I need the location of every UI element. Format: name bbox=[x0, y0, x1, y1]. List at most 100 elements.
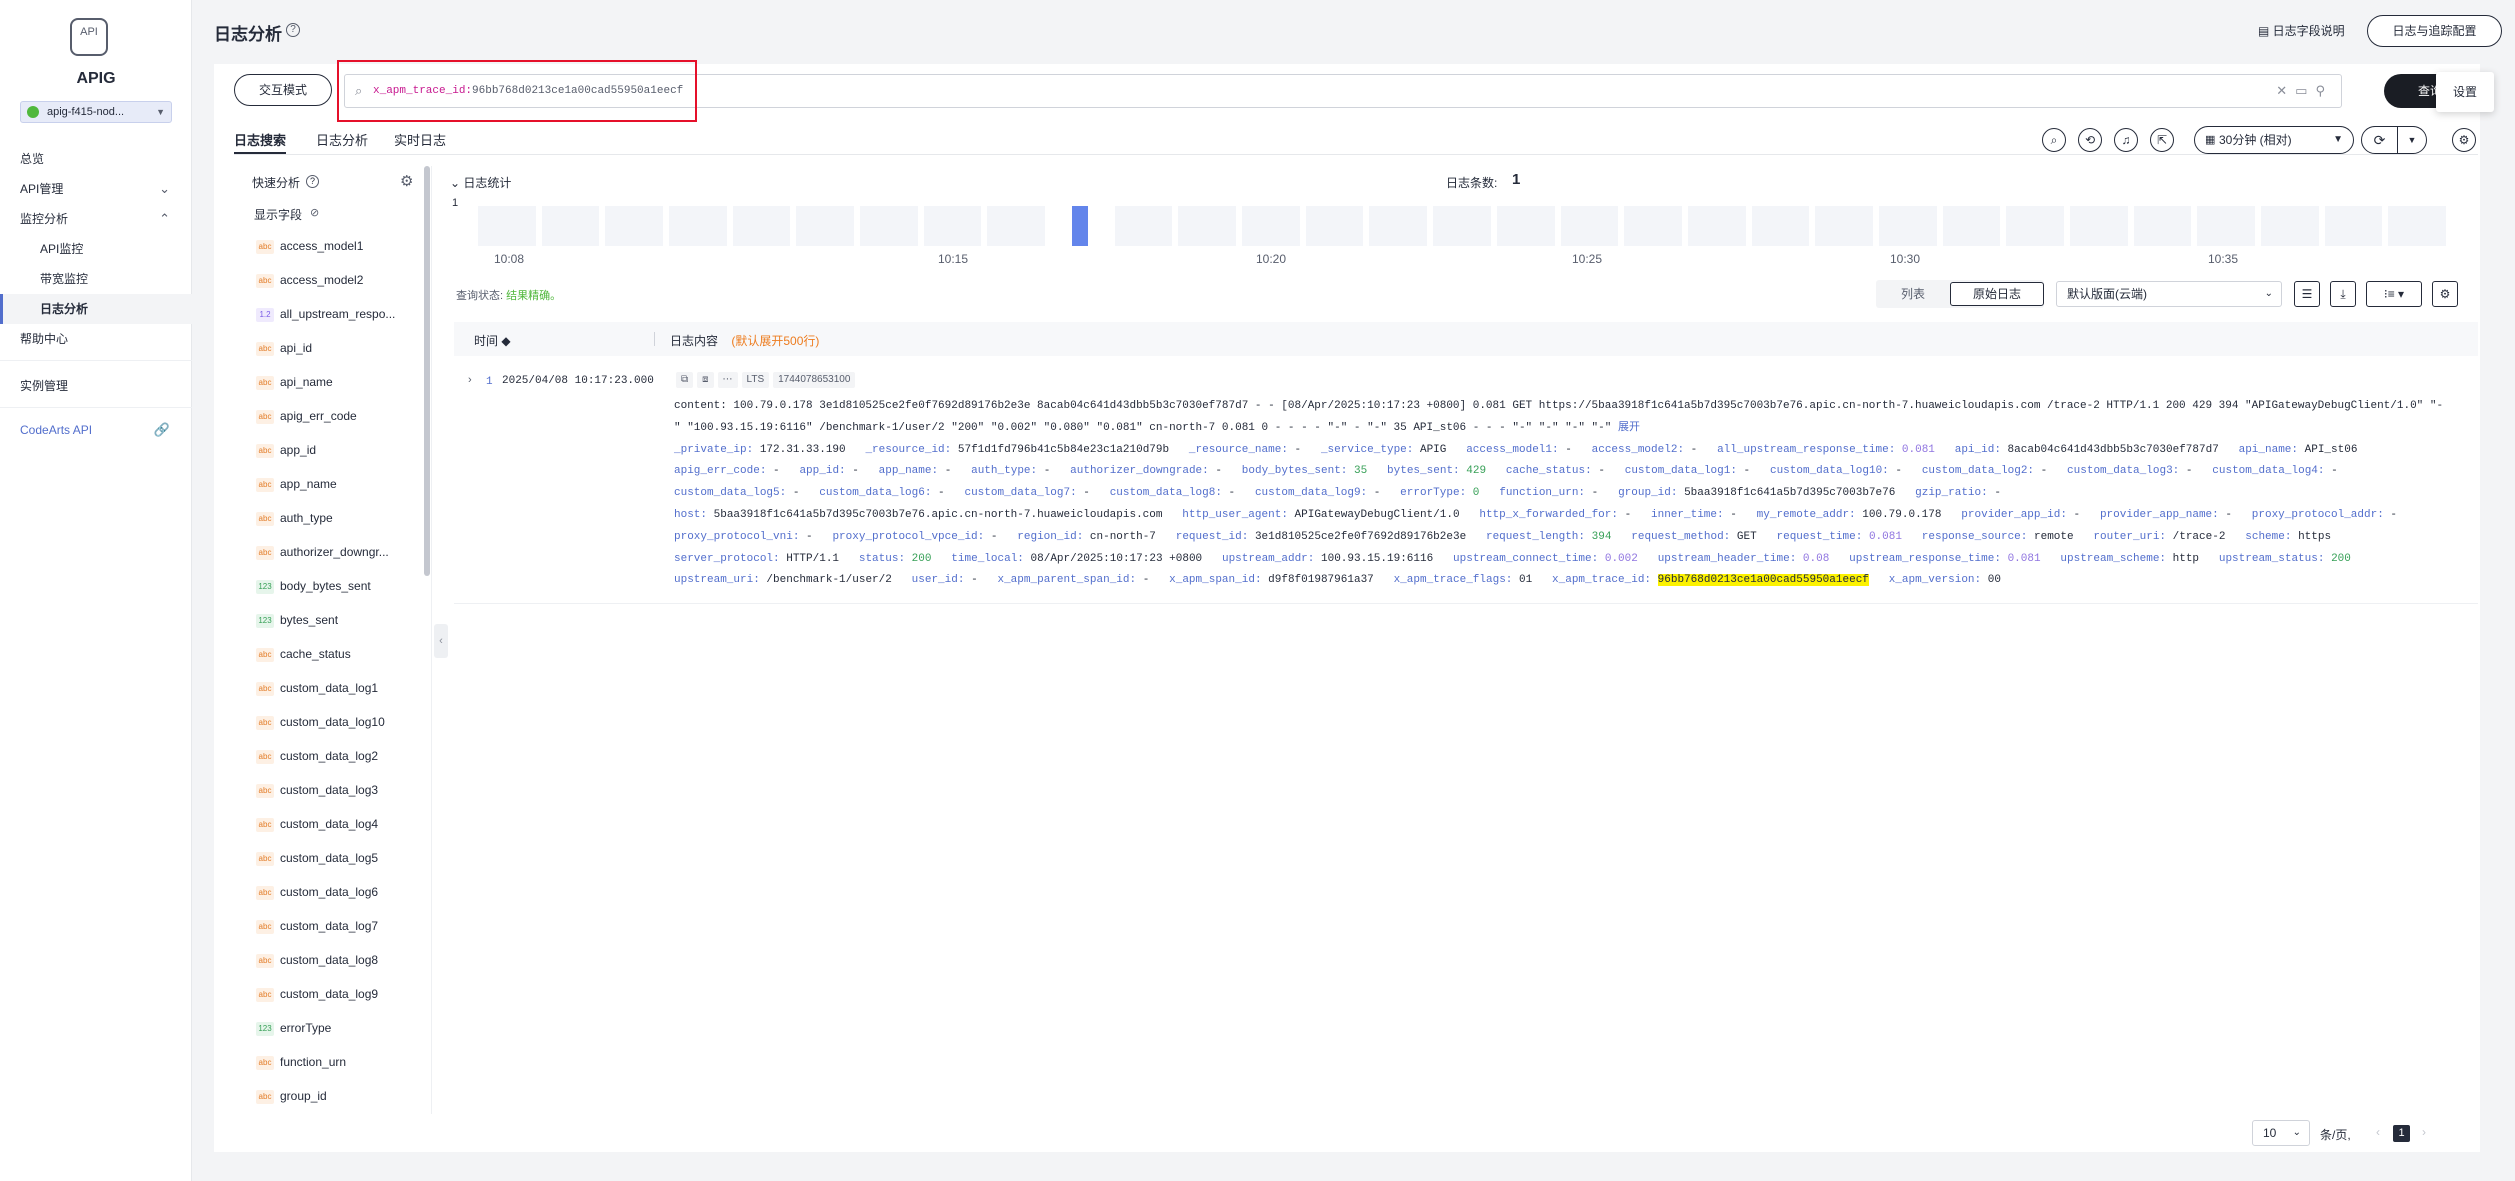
histogram-bar[interactable] bbox=[1178, 206, 1237, 246]
history-icon[interactable]: ⟲ bbox=[2078, 128, 2102, 152]
settings-gear-icon[interactable]: ⚙ bbox=[2452, 128, 2476, 152]
histogram-bar[interactable] bbox=[2260, 206, 2319, 246]
help-icon[interactable]: ? bbox=[306, 175, 319, 188]
histogram-bar[interactable] bbox=[1305, 206, 1364, 246]
histogram-bar[interactable] bbox=[796, 206, 855, 246]
interactive-mode-button[interactable]: 交互模式 bbox=[234, 74, 332, 106]
field-item[interactable]: abc custom_data_log7 bbox=[256, 912, 431, 940]
tab-realtime-log[interactable]: 实时日志 bbox=[394, 130, 446, 154]
field-item[interactable]: 1.2 all_upstream_respo... bbox=[256, 300, 431, 328]
histogram-bar[interactable] bbox=[1242, 206, 1300, 246]
nav-bandwidth-monitor[interactable]: 带宽监控 bbox=[0, 264, 192, 294]
refresh-icon[interactable]: ⟳ bbox=[2362, 127, 2398, 153]
histogram-bar[interactable] bbox=[2069, 206, 2128, 246]
share-icon[interactable]: ⇱ bbox=[2150, 128, 2174, 152]
instance-selector[interactable]: apig-f415-nod... ▼ bbox=[20, 101, 172, 123]
nav-api-management[interactable]: API管理 ⌄ bbox=[0, 174, 192, 204]
nav-codearts-api[interactable]: CodeArts API 🔗 bbox=[0, 415, 192, 445]
histogram-bar[interactable] bbox=[1942, 206, 2001, 246]
pin-icon[interactable]: ⚲ bbox=[2315, 83, 2333, 98]
histogram-bar[interactable] bbox=[987, 206, 1046, 246]
eye-off-icon[interactable]: ⊘ bbox=[310, 206, 319, 219]
col-time[interactable]: 时间 ◆ bbox=[474, 332, 511, 349]
histogram-bar[interactable] bbox=[1751, 206, 1810, 246]
nav-monitoring[interactable]: 监控分析 ⌃ bbox=[0, 204, 192, 234]
collapse-panel-handle-icon[interactable]: ‹ bbox=[434, 624, 448, 658]
next-page-icon[interactable]: › bbox=[2422, 1125, 2426, 1139]
copy-icon[interactable]: ⧉ bbox=[676, 372, 694, 388]
search-toggle-icon[interactable]: ⌕ bbox=[2042, 128, 2066, 152]
histogram-bar[interactable] bbox=[669, 206, 727, 246]
field-item[interactable]: abc custom_data_log2 bbox=[256, 742, 431, 770]
field-panel-scrollbar[interactable] bbox=[424, 166, 430, 576]
nav-overview[interactable]: 总览 bbox=[0, 144, 192, 174]
histogram-bar[interactable] bbox=[1560, 206, 1619, 246]
nav-api-monitor[interactable]: API监控 bbox=[0, 234, 192, 264]
field-item[interactable]: abc custom_data_log5 bbox=[256, 844, 431, 872]
field-item[interactable]: 123 errorType bbox=[256, 1014, 431, 1042]
field-item[interactable]: abc custom_data_log4 bbox=[256, 810, 431, 838]
layout-select[interactable]: 默认版面(云端) ⌄ bbox=[2056, 281, 2282, 307]
nav-help-center[interactable]: 帮助中心 bbox=[0, 324, 192, 354]
histogram-bar[interactable] bbox=[2197, 206, 2255, 246]
download-icon[interactable]: ⤓ bbox=[2330, 281, 2356, 307]
save-icon[interactable]: ▭ bbox=[2295, 83, 2315, 98]
histogram-bar[interactable] bbox=[2388, 206, 2446, 246]
view-list-button[interactable]: 列表 bbox=[1876, 280, 1950, 308]
histogram-bar[interactable] bbox=[1815, 206, 1873, 246]
field-item[interactable]: abc custom_data_log6 bbox=[256, 878, 431, 906]
nav-instance-management[interactable]: 实例管理 bbox=[0, 371, 192, 401]
chevron-right-icon[interactable]: › bbox=[468, 374, 472, 386]
field-item[interactable]: abc custom_data_log8 bbox=[256, 946, 431, 974]
expand-link[interactable]: 展开 bbox=[1618, 422, 1640, 434]
table-settings-icon[interactable]: ⚙ bbox=[2432, 281, 2458, 307]
field-item[interactable]: abc group_id bbox=[256, 1082, 431, 1110]
page-current[interactable]: 1 bbox=[2393, 1125, 2410, 1142]
field-item[interactable]: abc api_id bbox=[256, 334, 431, 362]
nav-log-analysis[interactable]: 日志分析 bbox=[0, 294, 192, 324]
field-item[interactable]: abc auth_type bbox=[256, 504, 431, 532]
log-stats-toggle[interactable]: ⌄ 日志统计 bbox=[450, 174, 511, 191]
histogram-bar[interactable] bbox=[2324, 206, 2383, 246]
tab-log-analysis[interactable]: 日志分析 bbox=[316, 130, 368, 154]
field-doc-link[interactable]: ▤ 日志字段说明 bbox=[2258, 22, 2345, 39]
field-item[interactable]: abc custom_data_log9 bbox=[256, 980, 431, 1008]
field-item[interactable]: abc cache_status bbox=[256, 640, 431, 668]
histogram-bar-hit[interactable] bbox=[1071, 206, 1088, 246]
histogram-bar[interactable] bbox=[732, 206, 791, 246]
tab-log-search[interactable]: 日志搜索 bbox=[234, 130, 287, 154]
more-icon[interactable]: ⋯ bbox=[717, 372, 738, 388]
field-item[interactable]: abc custom_data_log10 bbox=[256, 708, 431, 736]
log-trace-config-button[interactable]: 日志与追踪配置 bbox=[2367, 15, 2502, 47]
refresh-interval-dropdown-icon[interactable]: ▼ bbox=[2398, 127, 2426, 153]
histogram-bar[interactable] bbox=[1624, 206, 1682, 246]
field-item[interactable]: abc api_name bbox=[256, 368, 431, 396]
field-item[interactable]: abc access_model1 bbox=[256, 232, 431, 260]
field-item[interactable]: abc authorizer_downgr... bbox=[256, 538, 431, 566]
alarm-bell-icon[interactable]: ♫ bbox=[2114, 128, 2138, 152]
display-options-icon[interactable]: ⁝≡ ▾ bbox=[2366, 281, 2422, 307]
clear-icon[interactable]: ✕ bbox=[2276, 83, 2295, 98]
histogram-bar[interactable] bbox=[1114, 206, 1173, 246]
field-item[interactable]: abc function_urn bbox=[256, 1048, 431, 1076]
help-icon[interactable]: ? bbox=[286, 23, 300, 37]
histogram-bar[interactable] bbox=[1878, 206, 1937, 246]
prev-page-icon[interactable]: ‹ bbox=[2376, 1125, 2380, 1139]
histogram-bar[interactable] bbox=[860, 206, 918, 246]
field-item[interactable]: 123 body_bytes_sent bbox=[256, 572, 431, 600]
time-range-selector[interactable]: ▦ 30分钟 (相对) ▼ bbox=[2194, 126, 2354, 154]
histogram-bar[interactable] bbox=[478, 206, 536, 246]
context-icon[interactable]: ⧈ bbox=[697, 372, 714, 388]
gear-icon[interactable]: ⚙ bbox=[400, 172, 413, 190]
field-item[interactable]: abc app_name bbox=[256, 470, 431, 498]
wrap-lines-icon[interactable]: ☰ bbox=[2294, 281, 2320, 307]
view-raw-button[interactable]: 原始日志 bbox=[1950, 282, 2044, 306]
field-item[interactable]: 123 bytes_sent bbox=[256, 606, 431, 634]
histogram-bar[interactable] bbox=[923, 206, 982, 246]
histogram-bar[interactable] bbox=[1687, 206, 1746, 246]
histogram-bar[interactable] bbox=[1369, 206, 1428, 246]
field-item[interactable]: abc access_model2 bbox=[256, 266, 431, 294]
page-size-select[interactable]: 10 ⌄ bbox=[2252, 1120, 2310, 1146]
histogram-bar[interactable] bbox=[1496, 206, 1555, 246]
field-item[interactable]: abc custom_data_log3 bbox=[256, 776, 431, 804]
